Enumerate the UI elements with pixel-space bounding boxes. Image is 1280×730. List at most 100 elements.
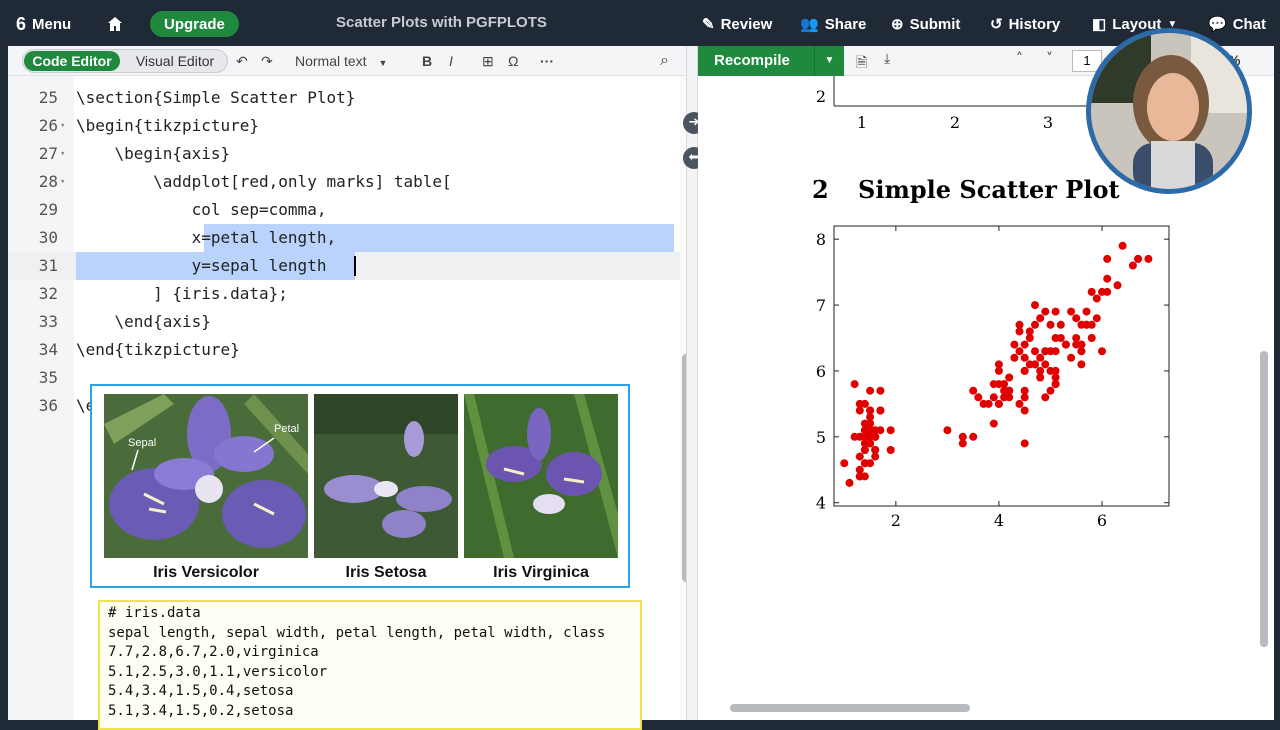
scatter-point [1103, 254, 1112, 263]
pdf-horizontal-scrollbar[interactable] [730, 704, 970, 712]
code-text: y=sepal length [76, 256, 327, 275]
line-number: 27 [38, 144, 58, 163]
section-title: Simple Scatter Plot [858, 175, 1120, 204]
math-icon[interactable]: ⊞ [482, 51, 494, 71]
scatter-point [1010, 340, 1019, 349]
prev-plot-xtick: 3 [1043, 113, 1053, 132]
scatter-point [866, 413, 875, 422]
search-icon[interactable]: ⌕ [660, 51, 669, 71]
menu-button[interactable]: 6 Menu [16, 12, 71, 36]
code-line[interactable]: 30 x=petal length, [8, 224, 682, 252]
text-style-dropdown[interactable]: Normal text ▼ [295, 51, 387, 71]
chat-label: Chat [1232, 15, 1267, 33]
bold-button[interactable]: B [422, 51, 432, 71]
scatter-point [1036, 366, 1045, 375]
scatter-point [1031, 301, 1039, 310]
scatter-point [994, 360, 1003, 369]
editor-toolbar: Code Editor Visual Editor ↶ ↷ Normal tex… [8, 46, 694, 76]
code-line[interactable]: 31 y=sepal length [8, 252, 682, 280]
document-title[interactable]: Scatter Plots with PGFPLOTS [336, 14, 547, 31]
scatter-point [969, 432, 978, 441]
recompile-button[interactable]: Recompile ▼ [698, 46, 844, 76]
editor-mode-switch[interactable]: Code Editor Visual Editor [22, 49, 228, 73]
prev-plot-ytick: 2 [816, 87, 826, 106]
data-line: sepal length, sepal width, petal length,… [108, 624, 606, 641]
scatter-point [860, 446, 869, 454]
scatter-point [871, 426, 880, 435]
scatter-point [1087, 287, 1096, 296]
more-button[interactable]: ··· [540, 51, 554, 71]
fold-toggle-icon[interactable]: ▾ [60, 140, 65, 168]
line-number: 25 [38, 88, 58, 107]
fold-toggle-icon[interactable]: ▾ [60, 112, 65, 140]
italic-button[interactable]: I [449, 51, 453, 71]
scatter-point [1082, 320, 1091, 329]
scatter-point [1020, 366, 1029, 375]
scatter-point [1072, 340, 1081, 349]
visual-editor-toggle[interactable]: Visual Editor [125, 51, 225, 71]
submit-button[interactable]: ⊕ Submit [891, 12, 960, 36]
overleaf-logo-icon: 6 [16, 13, 27, 34]
scatter-point [1113, 281, 1122, 290]
code-line[interactable]: 33 \end{axis} [8, 308, 682, 336]
scatter-point [1046, 386, 1055, 395]
history-label: History [1008, 15, 1061, 33]
review-button[interactable]: ✎ Review [702, 12, 772, 36]
chevron-down-icon: ▼ [378, 58, 388, 68]
scatter-point [1031, 347, 1039, 356]
chevron-up-icon[interactable]: ˄ [1016, 51, 1023, 67]
download-icon[interactable]: ⤓ [884, 51, 890, 67]
code-line[interactable]: 32 ] {iris.data}; [8, 280, 682, 308]
iris-virginica-label: Iris Virginica [493, 564, 589, 581]
recompile-label: Recompile [714, 52, 790, 69]
editor-panel: Code Editor Visual Editor ↶ ↷ Normal tex… [8, 46, 694, 730]
review-icon: ✎ [702, 16, 715, 33]
redo-icon[interactable]: ↷ [261, 51, 273, 71]
code-text: col sep=comma, [76, 200, 327, 219]
scatter-point [840, 459, 849, 468]
line-number: 36 [38, 396, 58, 415]
line-number: 33 [38, 312, 58, 331]
scatter-point [1020, 439, 1029, 448]
top-bar: 6 Menu Upgrade Scatter Plots with PGFPLO… [0, 0, 1280, 46]
scatter-point [1092, 314, 1101, 323]
code-line[interactable]: 34 \end{tikzpicture} [8, 336, 682, 364]
pdf-vertical-scrollbar[interactable] [1260, 351, 1268, 647]
chevron-down-icon[interactable]: ˅ [1046, 51, 1053, 67]
document-icon[interactable]: 🗎 [856, 52, 867, 76]
home-button[interactable] [106, 12, 124, 36]
x-tick-label: 4 [994, 511, 1004, 530]
scatter-point [1015, 347, 1024, 356]
share-button[interactable]: 👥 Share [800, 12, 866, 36]
scatter-point [1056, 334, 1065, 342]
data-line: # iris.data [108, 605, 201, 621]
iris-species-image: Sepal Petal Iris Versicolor Iris Setosa … [90, 384, 630, 588]
chat-button[interactable]: 💬 Chat [1208, 12, 1266, 36]
scatter-point [1118, 241, 1127, 250]
code-line[interactable]: 25 \section{Simple Scatter Plot} [8, 84, 682, 112]
code-line[interactable]: 29 col sep=comma, [8, 196, 682, 224]
upgrade-button[interactable]: Upgrade [150, 11, 239, 37]
code-editor-toggle[interactable]: Code Editor [24, 51, 120, 71]
history-button[interactable]: ↺ History [990, 12, 1060, 36]
scatter-point [1128, 261, 1137, 270]
scatter-point [989, 393, 998, 402]
undo-icon[interactable]: ↶ [236, 51, 248, 71]
scatter-point [1082, 307, 1091, 316]
code-editor[interactable]: 25 \section{Simple Scatter Plot} 26 ▾ \begin… [8, 76, 694, 730]
y-tick-label: 4 [816, 494, 826, 513]
code-text: x=petal length, [76, 228, 337, 247]
upgrade-label: Upgrade [164, 15, 225, 33]
code-line[interactable]: 26 ▾ \begin{tikzpicture} [8, 112, 682, 140]
presenter-webcam [1086, 28, 1252, 194]
line-number: 34 [38, 340, 58, 359]
scatter-point [1098, 347, 1106, 356]
home-icon [108, 17, 122, 31]
scatter-point [1098, 287, 1106, 296]
scatter-point [1051, 307, 1060, 316]
code-line[interactable]: 28 ▾ \addplot[red,only marks] table[ [8, 168, 682, 196]
code-line[interactable]: 27 ▾ \begin{axis} [8, 140, 682, 168]
symbol-button[interactable]: Ω [508, 51, 518, 71]
fold-toggle-icon[interactable]: ▾ [60, 168, 65, 196]
chevron-down-icon[interactable]: ▼ [814, 46, 844, 76]
